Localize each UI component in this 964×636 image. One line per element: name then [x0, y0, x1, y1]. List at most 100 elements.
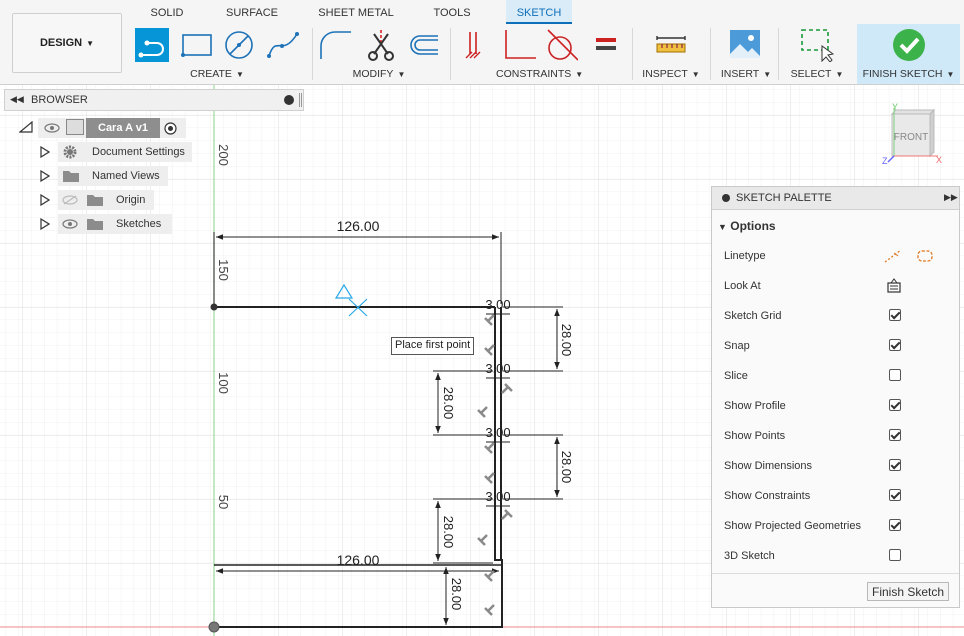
trim-tool-button[interactable]	[364, 28, 398, 62]
eye-icon[interactable]	[44, 123, 60, 133]
view-cube-face-label[interactable]: FRONT	[894, 132, 928, 143]
select-window-button[interactable]	[800, 28, 835, 63]
tab-tools[interactable]: TOOLS	[428, 0, 476, 24]
show-projected-geometries-checkbox[interactable]	[889, 519, 901, 531]
inspect-menu[interactable]: INSPECT ▼	[642, 68, 700, 80]
look-at-icon[interactable]	[886, 278, 902, 294]
dimension-thickness-4[interactable]: 3.00	[485, 489, 510, 504]
tree-expand-icon[interactable]	[40, 146, 50, 158]
show-constraints-checkbox[interactable]	[889, 489, 901, 501]
group-separator	[632, 28, 633, 80]
show-profile-checkbox[interactable]	[889, 399, 901, 411]
fillet-icon	[320, 31, 351, 59]
create-menu[interactable]: CREATE ▼	[178, 68, 256, 80]
select-menu[interactable]: SELECT ▼	[790, 68, 844, 80]
dimension-thickness-1[interactable]: 3.00	[485, 297, 510, 312]
measure-tool-button[interactable]	[654, 28, 688, 62]
dimension-top-width-label[interactable]: 126.00	[337, 218, 380, 234]
centerline-linetype-icon[interactable]	[916, 248, 934, 264]
dimension-left-height-2-label[interactable]: 28.00	[441, 516, 456, 549]
option-label: Sketch Grid	[724, 310, 782, 322]
folder-icon	[87, 195, 103, 206]
expand-palette-icon[interactable]: ▶▶	[944, 192, 958, 203]
spline-tool-button[interactable]	[266, 28, 300, 62]
constraints-menu[interactable]: CONSTRAINTS ▼	[496, 68, 583, 80]
option-label: Slice	[724, 370, 748, 382]
fillet-tool-button[interactable]	[318, 28, 352, 62]
dimension-bottom-width-label[interactable]: 126.00	[337, 552, 380, 568]
dimension-right-height-1-label[interactable]: 28.00	[559, 324, 574, 357]
dimension-bottom-height-label[interactable]: 28.00	[449, 578, 464, 611]
circle-icon	[225, 31, 253, 59]
tree-item-label: Named Views	[92, 170, 160, 182]
tangent-constraint-button[interactable]	[544, 28, 579, 62]
dimension-thickness-3[interactable]: 3.00	[485, 425, 510, 440]
perpendicular-constraint-button[interactable]	[502, 28, 536, 62]
origin-point[interactable]	[208, 621, 220, 633]
snap-checkbox[interactable]	[889, 339, 901, 351]
dimension-left-height-1-label[interactable]: 28.00	[441, 387, 456, 420]
insert-menu[interactable]: INSERT ▼	[720, 68, 772, 80]
activate-radio-icon[interactable]	[164, 122, 177, 135]
ruler-label-150: 150	[216, 259, 231, 281]
tree-root-label[interactable]: Cara A v1	[98, 118, 148, 138]
chevron-down-icon: ▼	[691, 70, 700, 79]
offset-tool-button[interactable]	[404, 28, 438, 62]
tree-item-label: Document Settings	[92, 146, 185, 158]
option-show-projected-geometries: Show Projected Geometries	[724, 516, 944, 536]
slice-checkbox[interactable]	[889, 369, 901, 381]
equal-constraint-button[interactable]	[590, 28, 624, 62]
show-points-checkbox[interactable]	[889, 429, 901, 441]
spline-icon	[267, 32, 299, 58]
tree-expand-icon[interactable]	[40, 194, 50, 206]
select-menu-label: SELECT	[790, 68, 832, 80]
tree-expand-icon[interactable]	[40, 170, 50, 182]
circle-tool-button[interactable]	[222, 28, 256, 62]
collapse-panel-icon[interactable]: ◀◀	[10, 94, 24, 105]
sketch-palette-header[interactable]: SKETCH PALETTE ▶▶	[712, 187, 959, 210]
rectangle-tool-button[interactable]	[180, 28, 214, 62]
minimize-circle-icon[interactable]	[284, 95, 294, 105]
minimize-circle-icon[interactable]	[722, 194, 730, 202]
finish-sketch-ribbon-button[interactable]: FINISH SKETCH ▼	[857, 24, 960, 84]
cursor-tooltip: Place first point	[391, 337, 475, 355]
view-cube[interactable]: FRONT Y X Z	[878, 100, 948, 170]
insert-image-button[interactable]	[728, 28, 762, 62]
tree-item-label: Origin	[116, 194, 146, 206]
insert-menu-label: INSERT	[720, 68, 760, 80]
dimension-right-height-2-label[interactable]: 28.00	[559, 451, 574, 484]
line-tool-button[interactable]	[135, 28, 169, 62]
tab-solid[interactable]: SOLID	[141, 0, 193, 24]
modify-menu[interactable]: MODIFY ▼	[340, 68, 418, 80]
eye-icon[interactable]	[62, 219, 78, 229]
dimension-thickness-2[interactable]: 3.00	[485, 361, 510, 376]
option-label: Show Projected Geometries	[724, 520, 861, 532]
coincident-constraint-button[interactable]	[460, 28, 494, 62]
ruler-label-200: 200	[216, 144, 231, 166]
tab-surface[interactable]: SURFACE	[222, 0, 282, 24]
gear-icon	[63, 145, 77, 159]
option-show-points: Show Points	[724, 426, 944, 446]
chevron-down-icon: ▼	[86, 38, 95, 48]
3d-sketch-checkbox[interactable]	[889, 549, 901, 561]
tab-sheet-metal[interactable]: SHEET METAL	[316, 0, 396, 24]
option-label: Show Profile	[724, 400, 786, 412]
group-separator	[450, 28, 451, 80]
eye-hidden-icon[interactable]	[62, 195, 78, 205]
tab-sketch[interactable]: SKETCH	[506, 0, 572, 24]
ribbon-toolbar: SOLID SURFACE SHEET METAL TOOLS SKETCH D…	[0, 0, 964, 85]
finish-sketch-button[interactable]: Finish Sketch	[867, 582, 949, 601]
line-icon	[138, 40, 164, 58]
ruler-label-50: 50	[216, 495, 231, 509]
tree-collapse-icon[interactable]	[19, 121, 33, 133]
workspace-selector-button[interactable]: DESIGN ▼	[12, 13, 122, 73]
browser-panel-header[interactable]: ◀◀ BROWSER	[4, 89, 304, 111]
panel-resize-handle[interactable]	[299, 93, 302, 107]
construction-linetype-icon[interactable]	[884, 248, 902, 264]
sketch-grid-checkbox[interactable]	[889, 309, 901, 321]
options-section-header[interactable]: ▼ Options	[718, 219, 776, 233]
tree-expand-icon[interactable]	[40, 218, 50, 230]
show-dimensions-checkbox[interactable]	[889, 459, 901, 471]
option-show-dimensions: Show Dimensions	[724, 456, 944, 476]
sketch-point[interactable]	[210, 303, 218, 311]
